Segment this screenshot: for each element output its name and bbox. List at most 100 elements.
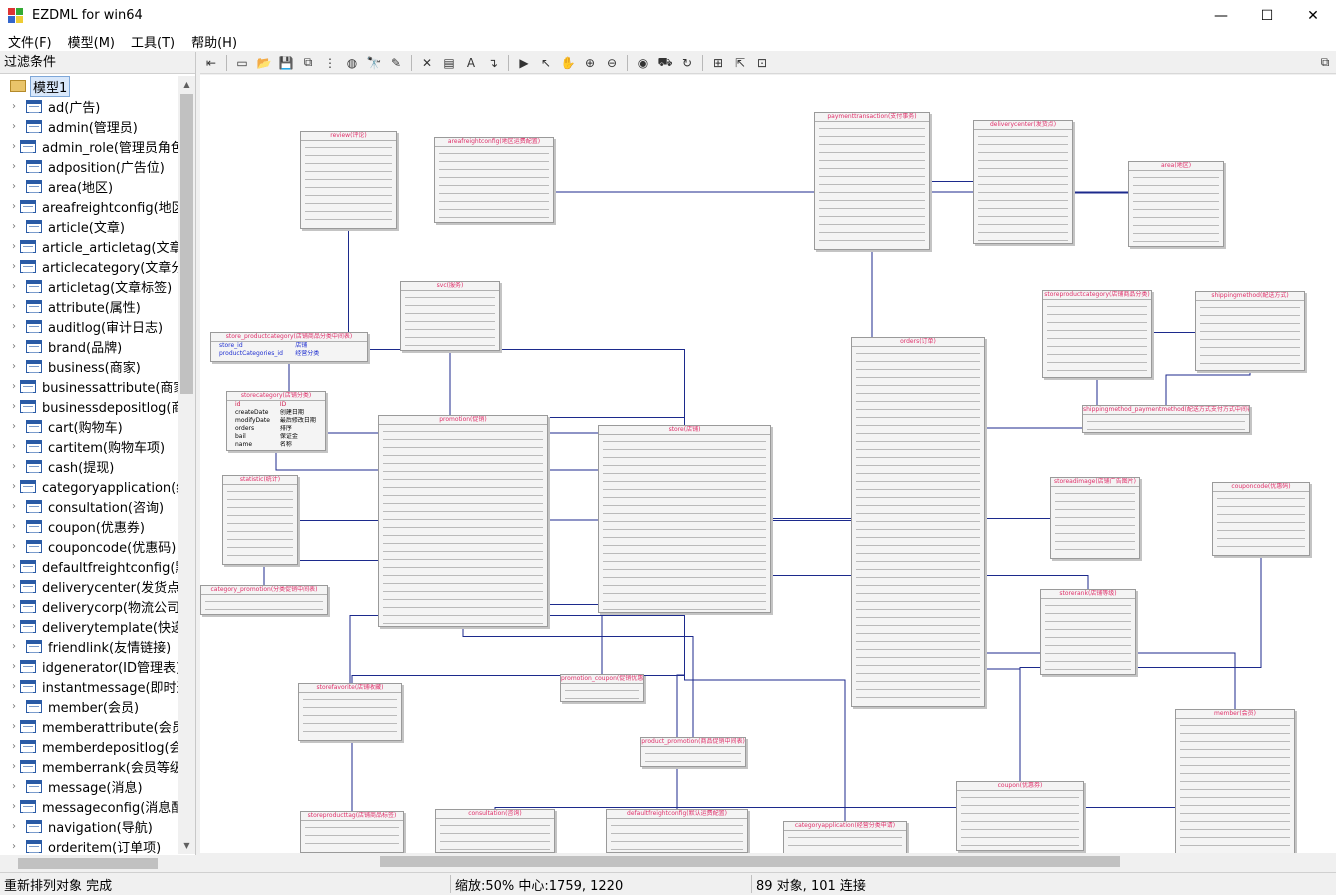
entity-card[interactable]: store(店铺) xyxy=(598,425,771,613)
tree-item[interactable]: › defaultfreightconfig(默 xyxy=(0,556,178,576)
expand-icon[interactable]: › xyxy=(12,561,16,572)
refresh-icon[interactable]: ↻ xyxy=(676,53,698,73)
entity-card[interactable]: storeproductcategory(店铺商品分类) xyxy=(1042,290,1152,378)
expand-icon[interactable]: › xyxy=(12,821,22,832)
entity-card[interactable]: shippingmethod_paymentmethod(配送方式支付方式中间表… xyxy=(1082,405,1250,433)
entity-card[interactable]: category_promotion(分类促销中间表) xyxy=(200,585,328,615)
tree-root[interactable]: 模型1 xyxy=(0,76,178,97)
filter-label[interactable]: 过滤条件 xyxy=(0,52,195,74)
entity-card[interactable]: storerank(店铺等级) xyxy=(1040,589,1136,675)
pencil-icon[interactable]: ✎ xyxy=(385,53,407,73)
expand-icon[interactable]: › xyxy=(12,621,16,632)
expand-icon[interactable]: › xyxy=(12,361,22,372)
entity-card[interactable]: couponcode(优惠码) xyxy=(1212,482,1310,556)
expand-icon[interactable]: › xyxy=(12,681,16,692)
menu-tools[interactable]: 工具(T) xyxy=(123,32,183,51)
export-icon[interactable]: ⇱ xyxy=(729,53,751,73)
expand-icon[interactable]: › xyxy=(12,381,16,392)
expand-icon[interactable]: › xyxy=(12,661,16,672)
entity-card[interactable]: consultation(咨询) xyxy=(435,809,555,853)
expand-icon[interactable]: › xyxy=(12,281,22,292)
close-button[interactable]: ✕ xyxy=(1290,0,1336,31)
tree-item[interactable]: › businessdepositlog(商 xyxy=(0,396,178,416)
expand-icon[interactable]: › xyxy=(12,701,22,712)
expand-icon[interactable]: › xyxy=(12,441,22,452)
expand-icon[interactable]: › xyxy=(12,781,22,792)
tree-item[interactable]: › member(会员) xyxy=(0,696,178,716)
minimize-button[interactable]: — xyxy=(1198,0,1244,31)
expand-icon[interactable]: › xyxy=(12,641,22,652)
diagram-canvas[interactable]: store_productcategory(店铺商品分类中间表) store_id… xyxy=(200,75,1336,853)
entity-card[interactable]: store_productcategory(店铺商品分类中间表) store_id… xyxy=(210,332,368,362)
tree-item[interactable]: › instantmessage(即时通 xyxy=(0,676,178,696)
eye-icon[interactable]: ◉ xyxy=(632,53,654,73)
save-icon[interactable]: 💾 xyxy=(275,53,297,73)
fit-icon[interactable]: ⊡ xyxy=(751,53,773,73)
run-icon[interactable]: ▶ xyxy=(513,53,535,73)
text-icon[interactable]: A xyxy=(460,53,482,73)
expand-icon[interactable]: › xyxy=(12,161,22,172)
expand-icon[interactable]: › xyxy=(12,721,16,732)
tree-item[interactable]: › friendlink(友情链接) xyxy=(0,636,178,656)
new-icon[interactable]: ▭ xyxy=(231,53,253,73)
find-icon[interactable]: 🔭 xyxy=(363,53,385,73)
pointer-icon[interactable]: ↖ xyxy=(535,53,557,73)
zoom-out-icon[interactable]: ⊖ xyxy=(601,53,623,73)
zoom-in-icon[interactable]: ⊕ xyxy=(579,53,601,73)
entity-card[interactable]: review(评论) xyxy=(300,131,397,229)
entity-card[interactable]: paymenttransaction(支付事务) xyxy=(814,112,930,250)
entity-card[interactable]: member(会员) xyxy=(1175,709,1295,853)
tree-item[interactable]: › cash(提现) xyxy=(0,456,178,476)
link-icon[interactable]: ↴ xyxy=(482,53,504,73)
expand-icon[interactable]: › xyxy=(12,601,16,612)
expand-icon[interactable]: › xyxy=(12,101,22,112)
maximize-button[interactable]: ☐ xyxy=(1244,0,1290,31)
expand-icon[interactable]: › xyxy=(12,801,16,812)
open-icon[interactable]: 📂 xyxy=(253,53,275,73)
scroll-up-icon[interactable]: ▲ xyxy=(178,76,195,93)
expand-icon[interactable]: › xyxy=(12,741,16,752)
expand-icon[interactable]: › xyxy=(12,221,22,232)
entity-card[interactable]: product_promotion(商品促销中间表) xyxy=(640,737,746,767)
tree-item[interactable]: › deliverycorp(物流公司) xyxy=(0,596,178,616)
tree-item[interactable]: › articlecategory(文章分类 xyxy=(0,256,178,276)
delete-icon[interactable]: ✕ xyxy=(416,53,438,73)
panel-icon[interactable]: ⧉ xyxy=(1314,53,1336,73)
tree-item[interactable]: › cart(购物车) xyxy=(0,416,178,436)
entity-card[interactable]: svc(服务) xyxy=(400,281,500,351)
tree-item[interactable]: › brand(品牌) xyxy=(0,336,178,356)
table-icon[interactable]: ▤ xyxy=(438,53,460,73)
tree-item[interactable]: › categoryapplication(经 xyxy=(0,476,178,496)
tree-item[interactable]: › idgenerator(ID管理表) xyxy=(0,656,178,676)
scroll-thumb[interactable] xyxy=(180,94,193,394)
expand-icon[interactable]: › xyxy=(12,341,22,352)
tree-item[interactable]: › memberdepositlog(会 xyxy=(0,736,178,756)
globe-icon[interactable]: ◍ xyxy=(341,53,363,73)
tree-item[interactable]: › areafreightconfig(地区 xyxy=(0,196,178,216)
tree-item[interactable]: › ad(广告) xyxy=(0,96,178,116)
canvas-scroll-thumb[interactable] xyxy=(380,856,1120,867)
expand-icon[interactable]: › xyxy=(12,141,16,152)
tree-item[interactable]: › messageconfig(消息配 xyxy=(0,796,178,816)
tree-item[interactable]: › businessattribute(商家属 xyxy=(0,376,178,396)
entity-card[interactable]: defaultfreightconfig(默认运费配置) xyxy=(606,809,748,853)
back-icon[interactable]: ⇤ xyxy=(200,53,222,73)
expand-icon[interactable]: › xyxy=(12,261,16,272)
tree-item[interactable]: › article_articletag(文章文 xyxy=(0,236,178,256)
entity-card[interactable]: categoryapplication(经营分类申请) xyxy=(783,821,907,853)
entity-card[interactable]: promotion(促销) xyxy=(378,415,548,627)
entity-card[interactable]: deliverycenter(发货点) xyxy=(973,120,1073,244)
expand-icon[interactable]: › xyxy=(12,401,16,412)
expand-icon[interactable]: › xyxy=(12,181,22,192)
entity-card[interactable]: storeadimage(店铺广告图片) xyxy=(1050,477,1140,559)
tree-item[interactable]: › message(消息) xyxy=(0,776,178,796)
expand-icon[interactable]: › xyxy=(12,121,22,132)
entity-card[interactable]: statistic(统计) xyxy=(222,475,298,565)
tree-vertical-scrollbar[interactable]: ▲ ▼ xyxy=(178,76,195,854)
tree-item[interactable]: › orderitem(订单项) xyxy=(0,836,178,854)
tree-item[interactable]: › memberrank(会员等级) xyxy=(0,756,178,776)
tree-horizontal-scrollbar[interactable] xyxy=(0,855,196,872)
tree-item[interactable]: › memberattribute(会员注 xyxy=(0,716,178,736)
tree-item[interactable]: › articletag(文章标签) xyxy=(0,276,178,296)
tree-item[interactable]: › business(商家) xyxy=(0,356,178,376)
